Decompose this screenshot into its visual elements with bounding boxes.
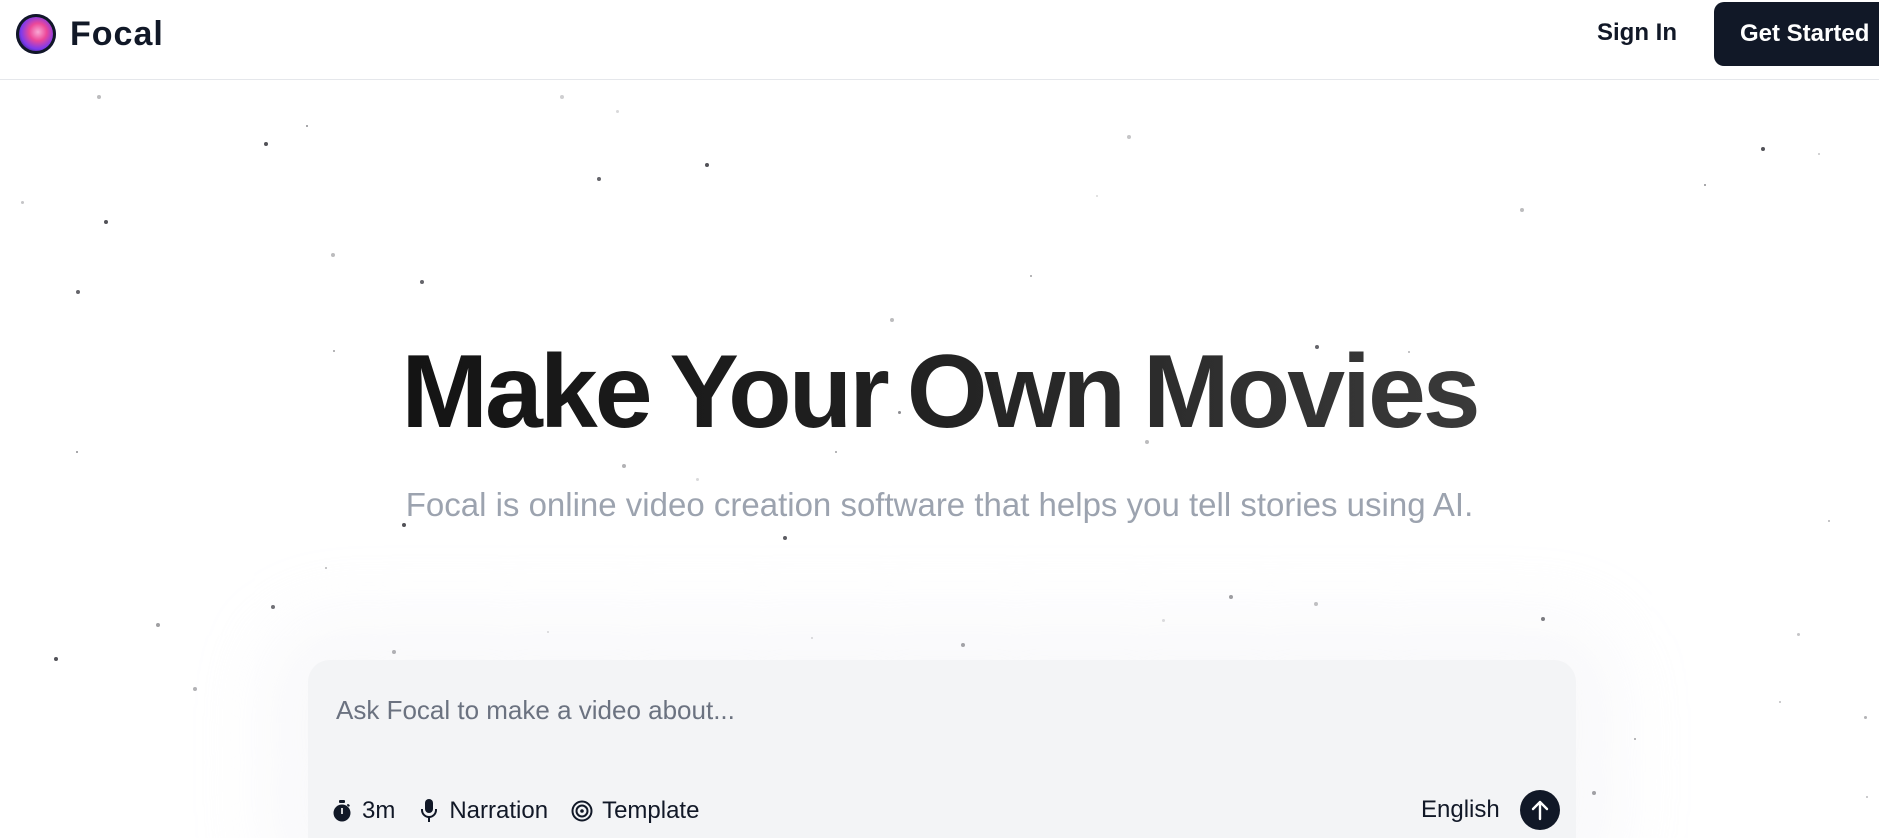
star-dot <box>1797 633 1800 636</box>
star-dot <box>1127 135 1131 139</box>
submit-button[interactable] <box>1520 790 1560 830</box>
narration-label: Narration <box>449 797 549 824</box>
template-label: Template <box>602 797 700 824</box>
prompt-box: 3m Narration <box>308 660 1576 838</box>
star-dot <box>1162 619 1165 622</box>
star-dot <box>76 290 80 294</box>
hero-subtitle: Focal is online video creation software … <box>405 486 1474 523</box>
star-dot <box>560 95 564 99</box>
narration-option[interactable]: Narration <box>417 797 548 825</box>
star-dot <box>1864 716 1867 719</box>
language-selector[interactable]: English <box>1421 796 1500 824</box>
star-dot <box>597 177 601 181</box>
star-dot <box>616 110 619 113</box>
star-dot <box>306 125 308 127</box>
focal-logo-icon <box>16 14 56 54</box>
duration-option[interactable]: 3m <box>330 797 395 825</box>
stopwatch-icon <box>330 798 354 824</box>
star-dot <box>1818 153 1820 155</box>
brand[interactable]: Focal <box>16 14 164 54</box>
brand-name: Focal <box>70 14 164 53</box>
star-dot <box>547 631 549 633</box>
star-dot <box>1634 738 1636 740</box>
star-dot <box>54 657 58 661</box>
star-dot <box>21 201 24 204</box>
star-dot <box>1096 195 1098 197</box>
star-dot <box>705 163 709 167</box>
star-dot <box>783 536 787 540</box>
prompt-input[interactable] <box>336 690 1536 730</box>
star-dot <box>890 318 894 322</box>
star-dot <box>392 650 396 654</box>
star-dot <box>1779 701 1781 703</box>
template-option[interactable]: Template <box>570 797 699 825</box>
landing-page: Focal Sign In Get Started Make Your Own Mov… <box>0 0 1879 838</box>
top-nav: Focal Sign In Get Started <box>0 0 1879 80</box>
star-dot <box>696 478 699 481</box>
star-dot <box>1541 617 1545 621</box>
microphone-icon <box>417 798 441 824</box>
star-dot <box>420 280 424 284</box>
arrow-up-icon <box>1530 799 1550 821</box>
get-started-button[interactable]: Get Started <box>1714 2 1879 66</box>
star-dot <box>961 643 965 647</box>
star-dot <box>325 567 327 569</box>
sign-in-button[interactable]: Sign In <box>1597 18 1677 48</box>
hero-title-word: Movies <box>1143 334 1478 450</box>
target-icon <box>570 798 594 824</box>
hero-title-word: Make <box>401 334 650 450</box>
star-dot <box>271 605 275 609</box>
star-dot <box>1314 602 1318 606</box>
star-dot <box>1592 791 1596 795</box>
star-dot <box>104 220 108 224</box>
star-dot <box>1520 208 1524 212</box>
star-dot <box>1229 595 1233 599</box>
hero-title-word: Your <box>669 334 887 450</box>
star-dot <box>97 95 101 99</box>
star-dot <box>1761 147 1765 151</box>
star-dot <box>193 687 197 691</box>
star-dot <box>1030 275 1032 277</box>
prompt-options: 3m Narration Template <box>330 794 721 828</box>
star-dot <box>1704 184 1706 186</box>
hero-title: Make Your Own Movies <box>0 332 1879 452</box>
star-dot <box>811 637 813 639</box>
star-dot <box>156 623 160 627</box>
star-dot <box>1866 796 1868 798</box>
star-dot <box>331 253 335 257</box>
hero-title-word: Own <box>906 334 1124 450</box>
star-dot <box>622 464 626 468</box>
star-dot <box>264 142 268 146</box>
duration-label: 3m <box>362 797 396 824</box>
